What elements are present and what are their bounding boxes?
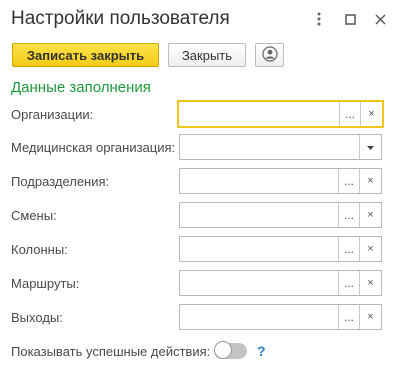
close-icon[interactable]	[372, 10, 388, 28]
exits-input[interactable]	[180, 305, 338, 329]
select-button[interactable]: ...	[338, 305, 359, 329]
more-vertical-icon[interactable]	[311, 10, 327, 28]
field-row-columns: Колонны: ... ×	[0, 236, 399, 262]
select-button[interactable]: ...	[339, 102, 360, 126]
show-success-toggle[interactable]	[214, 341, 247, 359]
field-row-routes: Маршруты: ... ×	[0, 270, 399, 296]
shifts-field[interactable]: ... ×	[179, 202, 382, 228]
shifts-input[interactable]	[180, 203, 338, 227]
columns-field[interactable]: ... ×	[179, 236, 382, 262]
close-button[interactable]: Закрыть	[168, 43, 246, 67]
field-label: Подразделения:	[11, 173, 110, 189]
field-label: Медицинская организация:	[11, 139, 176, 155]
dropdown-button[interactable]	[359, 135, 381, 159]
select-button[interactable]: ...	[338, 169, 359, 193]
field-row-shifts: Смены: ... ×	[0, 202, 399, 228]
show-success-row: Показывать успешные действия: ?	[0, 340, 399, 362]
select-button[interactable]: ...	[338, 203, 359, 227]
field-label: Колонны:	[11, 241, 68, 257]
show-success-label: Показывать успешные действия:	[11, 343, 211, 359]
toggle-knob	[214, 341, 232, 359]
medical-organization-input[interactable]	[180, 135, 359, 159]
medical-organization-field[interactable]	[179, 134, 382, 160]
user-icon	[261, 45, 278, 65]
user-button[interactable]	[255, 43, 284, 67]
field-row-departments: Подразделения: ... ×	[0, 168, 399, 194]
routes-field[interactable]: ... ×	[179, 270, 382, 296]
departments-field[interactable]: ... ×	[179, 168, 382, 194]
routes-input[interactable]	[180, 271, 338, 295]
select-button[interactable]: ...	[338, 271, 359, 295]
field-label: Смены:	[11, 207, 57, 223]
columns-input[interactable]	[180, 237, 338, 261]
help-icon[interactable]: ?	[257, 340, 266, 362]
field-row-exits: Выходы: ... ×	[0, 304, 399, 330]
clear-button[interactable]: ×	[359, 203, 381, 227]
field-label: Выходы:	[11, 309, 63, 325]
organizations-input[interactable]	[179, 102, 339, 126]
field-label: Организации:	[11, 106, 94, 122]
departments-input[interactable]	[180, 169, 338, 193]
clear-button[interactable]: ×	[359, 237, 381, 261]
organizations-field[interactable]: ... ×	[177, 100, 384, 128]
maximize-icon[interactable]	[342, 10, 358, 28]
section-title: Данные заполнения	[11, 79, 151, 96]
clear-button[interactable]: ×	[360, 102, 382, 126]
select-button[interactable]: ...	[338, 237, 359, 261]
field-row-organizations: Организации: ... ×	[0, 100, 399, 128]
field-row-medical-organization: Медицинская организация:	[0, 134, 399, 160]
clear-button[interactable]: ×	[359, 169, 381, 193]
clear-button[interactable]: ×	[359, 305, 381, 329]
save-close-button[interactable]: Записать закрыть	[12, 43, 159, 67]
settings-window: Настройки пользователя Записать закрыть …	[0, 0, 399, 372]
clear-button[interactable]: ×	[359, 271, 381, 295]
chevron-down-icon	[367, 141, 374, 153]
window-title: Настройки пользователя	[11, 8, 230, 29]
exits-field[interactable]: ... ×	[179, 304, 382, 330]
field-label: Маршруты:	[11, 275, 80, 291]
